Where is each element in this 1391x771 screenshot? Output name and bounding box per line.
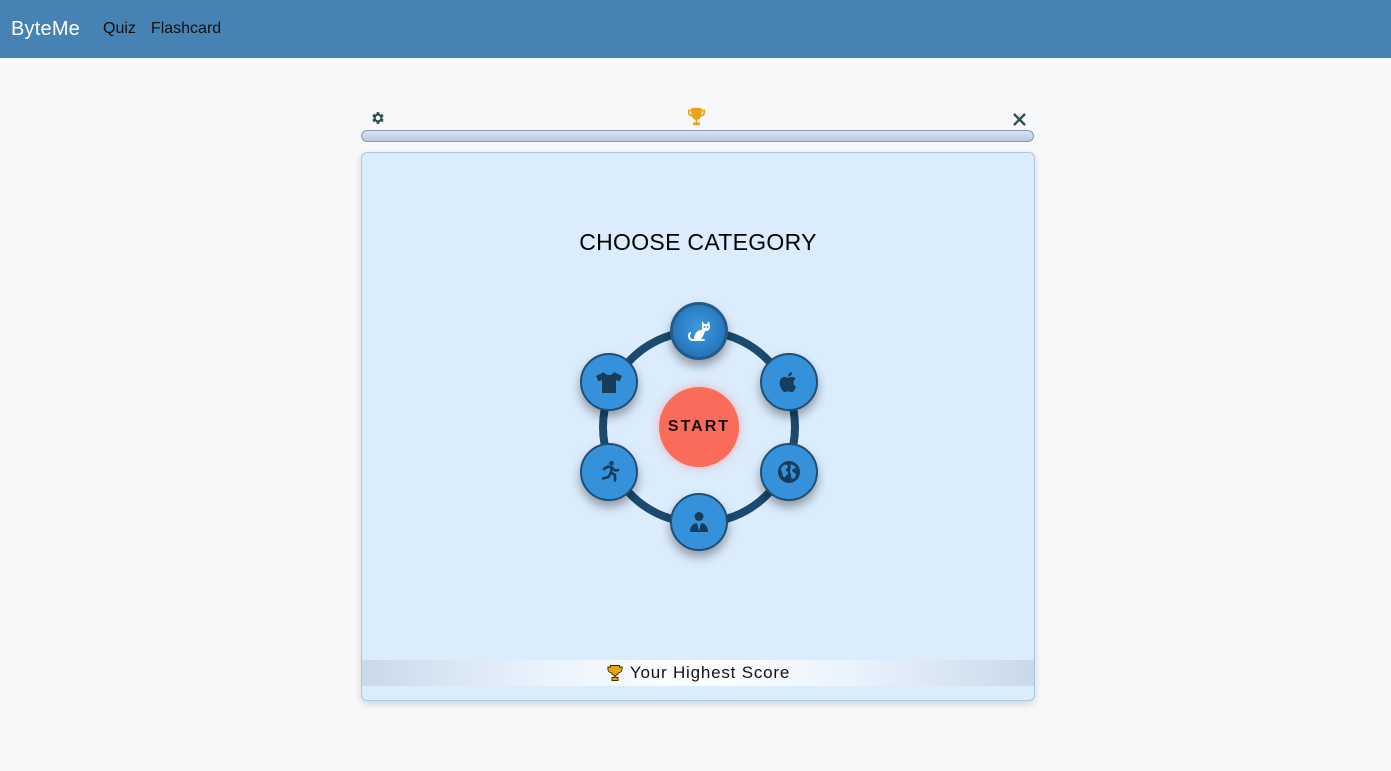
start-button[interactable]: START <box>659 387 739 467</box>
nav-link-quiz[interactable]: Quiz <box>103 20 136 38</box>
top-navbar: ByteMe Quiz Flashcard <box>0 0 1391 58</box>
category-animals-button[interactable] <box>670 302 728 360</box>
close-icon[interactable] <box>1010 110 1028 128</box>
category-sports-button[interactable] <box>580 443 638 501</box>
brand-logo[interactable]: ByteMe <box>11 18 80 41</box>
trophy-icon <box>685 106 707 126</box>
cat-icon <box>685 318 713 344</box>
category-food-button[interactable] <box>760 353 818 411</box>
category-people-button[interactable] <box>670 493 728 551</box>
nav-link-flashcard[interactable]: Flashcard <box>151 20 221 38</box>
trophy-icon <box>606 664 624 682</box>
page-title: CHOOSE CATEGORY <box>579 229 817 255</box>
running-person-icon <box>598 460 620 484</box>
highest-score-label: Your Highest Score <box>629 663 791 682</box>
businessman-icon <box>687 510 711 534</box>
highest-score-bar: Your Highest Score <box>362 660 1034 686</box>
quiz-progress-bar <box>361 130 1034 142</box>
category-geography-button[interactable] <box>760 443 818 501</box>
gear-icon[interactable] <box>369 109 387 127</box>
apple-icon <box>777 369 801 395</box>
globe-icon <box>777 460 801 484</box>
category-card: CHOOSE CATEGORY START Your Highest Score <box>361 152 1035 701</box>
tshirt-icon <box>594 370 624 394</box>
category-fashion-button[interactable] <box>580 353 638 411</box>
